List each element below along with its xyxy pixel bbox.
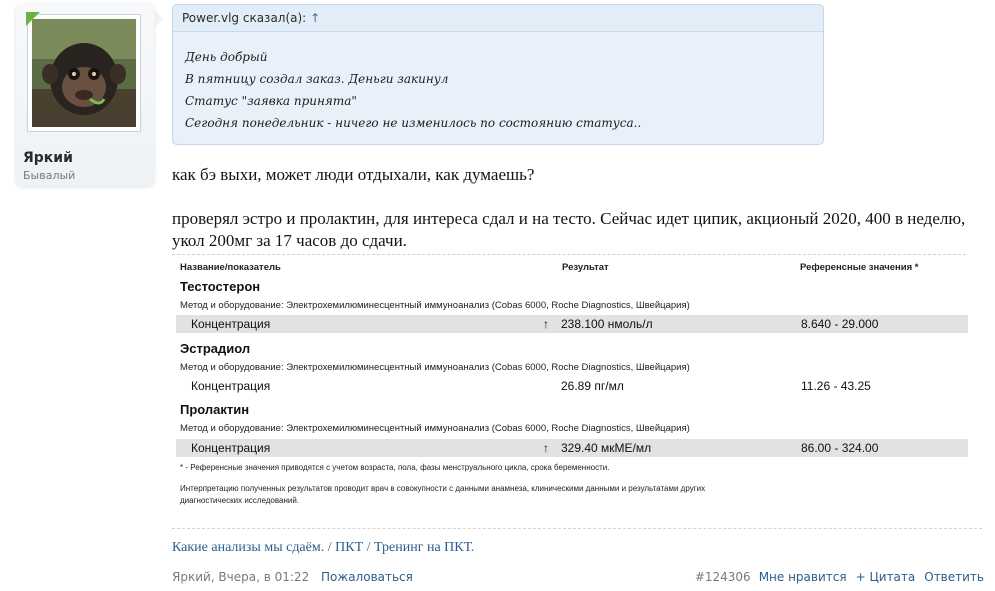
column-header-name: Название/показатель	[180, 262, 281, 273]
signature-link[interactable]: Какие анализы мы сдаём.	[172, 540, 324, 555]
result-label: Концентрация	[191, 379, 271, 393]
signature: Какие анализы мы сдаём. / ПКТ / Тренинг …	[172, 540, 474, 556]
interpretation-note: диагностических исследований.	[180, 496, 300, 505]
result-row: Концентрация ↑ 238.100 нмоль/л 8.640 - 2…	[176, 315, 968, 333]
result-label: Концентрация	[191, 317, 271, 331]
quote-line: В пятницу создал заказ. Деньги закинул	[185, 72, 449, 86]
footnote: * - Референсные значения приводятся с уч…	[180, 463, 610, 472]
arrow-up-icon: ↑	[543, 317, 549, 331]
post-meta: Яркий, Вчера, в 01:22	[172, 570, 310, 584]
result-row: Концентрация 26.89 пг/мл 11.26 - 43.25	[176, 377, 968, 395]
username[interactable]: Яркий	[23, 150, 73, 166]
result-label: Концентрация	[191, 441, 271, 455]
divider	[172, 254, 966, 255]
column-header-reference: Референсные значения *	[800, 262, 919, 273]
message-paragraph: как бэ выхи, может люди отдыхали, как ду…	[172, 165, 535, 184]
quote-line: День добрый	[185, 50, 268, 64]
quote-line: Статус "заявка принята"	[185, 94, 357, 108]
quote-body: День добрый В пятницу создал заказ. День…	[173, 32, 823, 134]
test-method: Метод и оборудование: Электрохемилюминес…	[180, 362, 690, 373]
test-method: Метод и оборудование: Электрохемилюминес…	[180, 423, 690, 434]
divider	[172, 528, 982, 529]
report-link[interactable]: Пожаловаться	[321, 570, 413, 584]
reference-value: 11.26 - 43.25	[801, 379, 871, 393]
reply-button[interactable]: Ответить	[924, 570, 984, 584]
quote-line: Сегодня понедельник - ничего не изменило…	[185, 116, 642, 130]
separator: /	[363, 540, 375, 555]
result-value: 238.100 нмоль/л	[561, 317, 653, 331]
userinfo-arrow	[154, 10, 163, 28]
user-info-panel: Яркий Бывалый	[16, 4, 154, 186]
like-button[interactable]: Мне нравится	[759, 570, 847, 584]
signature-link[interactable]: ПКТ	[335, 540, 363, 555]
user-title: Бывалый	[23, 169, 76, 182]
arrow-up-icon: ↑	[543, 441, 549, 455]
reference-value: 86.00 - 324.00	[801, 441, 879, 455]
post-footer: Яркий, Вчера, в 01:22 Пожаловаться #1243…	[172, 570, 984, 586]
quote-button[interactable]: + Цитата	[856, 570, 916, 584]
avatar-image	[32, 19, 136, 127]
result-value: 26.89 пг/мл	[561, 379, 624, 393]
lab-results-image[interactable]: Название/показатель Результат Референсны…	[172, 254, 982, 529]
test-name: Эстрадиол	[180, 341, 251, 356]
quote-author: Power.vlg сказал(а):	[182, 11, 307, 25]
interpretation-note: Интерпретацию полученных результатов про…	[180, 484, 706, 493]
test-name: Пролактин	[180, 402, 250, 417]
online-indicator	[26, 12, 40, 26]
reference-value: 8.640 - 29.000	[801, 317, 879, 331]
go-to-quote-icon[interactable]: ↑	[310, 11, 320, 25]
avatar[interactable]	[27, 14, 141, 132]
message-paragraph: проверял эстро и пролактин, для интереса…	[172, 209, 966, 250]
quote-header: Power.vlg сказал(а): ↑	[173, 5, 823, 32]
column-header-result: Результат	[562, 262, 609, 273]
test-name: Тестостерон	[180, 279, 261, 294]
quote-block: Power.vlg сказал(а): ↑ День добрый В пят…	[172, 4, 824, 145]
result-value: 329.40 мкМЕ/мл	[561, 441, 652, 455]
separator: /	[324, 540, 336, 555]
result-row: Концентрация ↑ 329.40 мкМЕ/мл 86.00 - 32…	[176, 439, 968, 457]
signature-link[interactable]: Тренинг на ПКТ.	[374, 540, 474, 555]
post-number[interactable]: #124306	[695, 570, 751, 584]
test-method: Метод и оборудование: Электрохемилюминес…	[180, 300, 690, 311]
